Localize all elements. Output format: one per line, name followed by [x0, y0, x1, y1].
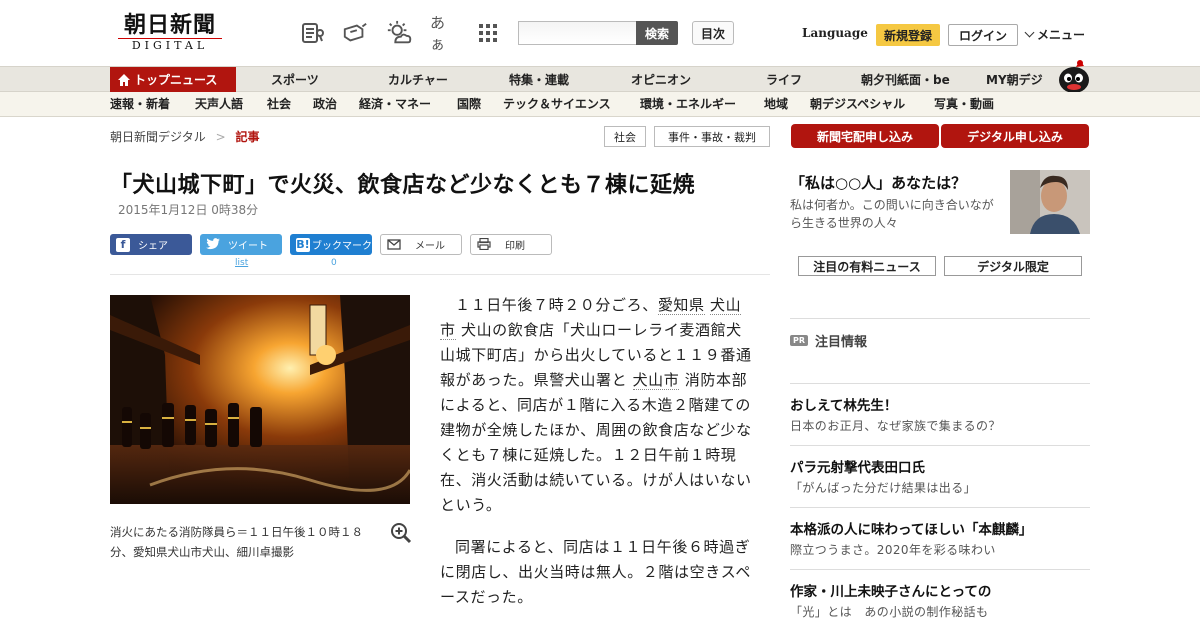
pr-item-title[interactable]: 本格派の人に味わってほしい「本麒麟」 [790, 518, 1032, 538]
twitter-count[interactable]: list [235, 258, 248, 268]
hatena-count[interactable]: 0 [331, 258, 337, 268]
search-button[interactable]: 検索 [636, 21, 678, 45]
share-twitter-label: ツイート [228, 241, 268, 252]
sub-nav: 速報・新着 天声人語 社会 政治 経済・マネー 国際 テック＆サイエンス 環境・… [0, 92, 1200, 117]
share-print-label: 印刷 [505, 241, 525, 252]
subnav-politics[interactable]: 政治 [313, 92, 337, 116]
share-hatena-label: ブックマーク [312, 241, 372, 252]
mail-icon [387, 238, 401, 252]
print-icon [477, 237, 491, 252]
pr-title: 注目情報 [815, 335, 868, 350]
keyword-link[interactable]: 愛知県 [657, 296, 705, 315]
breadcrumb-separator: > [215, 130, 226, 144]
main-nav: トップニュース スポーツ カルチャー 特集・連載 オピニオン ライフ 朝夕刊紙面… [0, 66, 1200, 93]
grid-menu-icon[interactable] [475, 20, 501, 46]
article-body: １１日午後７時２０分ごろ、愛知県 犬山市 犬山の飲食店「犬山ローレライ麦酒館犬山… [440, 293, 752, 627]
divider [790, 318, 1090, 319]
nav-top-news-label: トップニュース [134, 73, 218, 87]
weather-icon[interactable] [386, 20, 412, 46]
logo-main-text: 朝日新聞 [123, 12, 216, 38]
share-print-button[interactable]: 印刷 [470, 234, 552, 255]
divider [790, 383, 1090, 384]
subnav-tech-science[interactable]: テック＆サイエンス [503, 92, 611, 116]
breadcrumb-current: 記事 [235, 130, 260, 144]
pr-item-subtitle[interactable]: 「がんばった分だけ結果は出る」 [790, 479, 976, 496]
share-facebook-button[interactable]: f シェア [110, 234, 192, 255]
share-mail-label: メール [415, 241, 445, 252]
share-facebook-label: シェア [138, 241, 168, 252]
subnav-economy[interactable]: 経済・マネー [359, 92, 431, 116]
pr-item-title[interactable]: 作家・川上未映子さんにとっての [790, 580, 991, 600]
site-logo[interactable]: 朝日新聞 DIGITAL [110, 12, 230, 56]
newspaper-subscribe-button[interactable]: 新聞宅配申し込み [792, 125, 938, 147]
share-twitter-button[interactable]: ツイート [200, 234, 282, 255]
keyword-link[interactable]: 犬山市 [632, 371, 680, 390]
article-headline: 「犬山城下町」で火災、飲食店など少なくとも７棟に延焼 [110, 173, 696, 198]
menu-label: メニュー [1037, 28, 1086, 42]
subnav-international[interactable]: 国際 [457, 92, 481, 116]
tab-digital-only[interactable]: デジタル限定 [944, 256, 1082, 276]
digital-subscribe-button[interactable]: デジタル申し込み [942, 125, 1088, 147]
paragraph-text: 消防本部によると、同店が１階に入る木造２階建ての建物が全焼したほか、周囲の飲食店… [440, 371, 752, 514]
subnav-photo-video[interactable]: 写真・動画 [934, 92, 994, 116]
newspaper-icon[interactable] [300, 20, 326, 46]
divider [790, 569, 1090, 570]
divider [790, 507, 1090, 508]
pr-item-subtitle[interactable]: 日本のお正月、なぜ家族で集まるの？ [790, 417, 1001, 434]
article-photo[interactable] [110, 295, 410, 504]
subnav-latest[interactable]: 速報・新着 [110, 92, 170, 116]
subnav-local[interactable]: 地域 [764, 92, 788, 116]
nav-my-asadigi[interactable]: MY朝デジ [986, 67, 1043, 93]
share-mail-button[interactable]: メール [380, 234, 462, 255]
language-link[interactable]: Language [802, 26, 868, 40]
nav-sports[interactable]: スポーツ [271, 67, 319, 93]
chevron-down-icon [1024, 27, 1035, 38]
divider [790, 445, 1090, 446]
tab-paid-news[interactable]: 注目の有料ニュース [798, 256, 936, 276]
nav-top-news[interactable]: トップニュース [110, 67, 236, 93]
nav-paper[interactable]: 朝夕刊紙面・be [861, 67, 950, 93]
pr-item-title[interactable]: パラ元射撃代表田口氏 [790, 456, 925, 476]
nav-features[interactable]: 特集・連載 [509, 67, 569, 93]
nav-culture[interactable]: カルチャー [388, 67, 448, 93]
facebook-icon: f [116, 237, 130, 252]
mokuji-button[interactable]: 目次 [692, 21, 734, 45]
photo-caption: 消火にあたる消防隊員ら＝１１日午後１０時１８分、愛知県犬山市犬山、細川卓撮影 [110, 525, 363, 559]
pr-item-subtitle[interactable]: 際立つうまさ。2020年を彩る味わい [790, 541, 996, 558]
feature-description[interactable]: 私は何者か。この問いに向き合いながら生きる世界の人々 [790, 196, 1005, 232]
breadcrumb-root[interactable]: 朝日新聞デジタル [110, 130, 206, 144]
tag-incident[interactable]: 事件・事故・裁判 [654, 126, 770, 147]
article-paragraph: １１日午後７時２０分ごろ、愛知県 犬山市 犬山の飲食店「犬山ローレライ麦酒館犬山… [440, 293, 752, 518]
subnav-environment[interactable]: 環境・エネルギー [640, 92, 736, 116]
subnav-tenseijingo[interactable]: 天声人語 [195, 92, 243, 116]
nav-life[interactable]: ライフ [766, 67, 802, 93]
subnav-society[interactable]: 社会 [267, 92, 291, 116]
pr-badge: PR [790, 335, 809, 346]
tag-society[interactable]: 社会 [604, 126, 646, 147]
twitter-icon [206, 237, 220, 252]
pr-item-subtitle[interactable]: 「光」とは あの小説の制作秘話も [790, 603, 988, 620]
article-date: 2015年1月12日 0時38分 [118, 203, 259, 217]
zoom-icon[interactable] [390, 522, 412, 544]
nav-opinion[interactable]: オピニオン [631, 67, 691, 93]
hatena-icon: B! [296, 237, 310, 252]
register-button[interactable]: 新規登録 [876, 24, 940, 46]
feature-thumbnail[interactable] [1010, 170, 1090, 234]
pr-item-title[interactable]: おしえて林先生！ [790, 394, 897, 414]
feature-title[interactable]: 「私は○○人」あなたは？ [790, 172, 966, 193]
pr-section-header: PR 注目情報 [790, 331, 867, 350]
breadcrumb: 朝日新聞デジタル > 記事 [110, 128, 260, 145]
article-paragraph: 同署によると、同店は１１日午後６時過ぎに閉店し、出火当時は無人。２階は空きスペー… [440, 538, 751, 606]
paragraph-text: １１日午後７時２０分ごろ、 [455, 296, 658, 314]
logo-sub-text: DIGITAL [118, 38, 222, 53]
login-button[interactable]: ログイン [948, 24, 1018, 46]
megaphone-icon[interactable] [342, 20, 368, 46]
mascot-icon[interactable] [1054, 58, 1092, 94]
search-input[interactable] [518, 21, 636, 45]
divider [110, 274, 770, 275]
menu-button[interactable]: メニュー [1024, 26, 1086, 43]
font-size-icon[interactable]: あぁ [430, 14, 456, 53]
share-hatena-button[interactable]: B! ブックマーク [290, 234, 372, 255]
subnav-special[interactable]: 朝デジスペシャル [810, 92, 905, 116]
